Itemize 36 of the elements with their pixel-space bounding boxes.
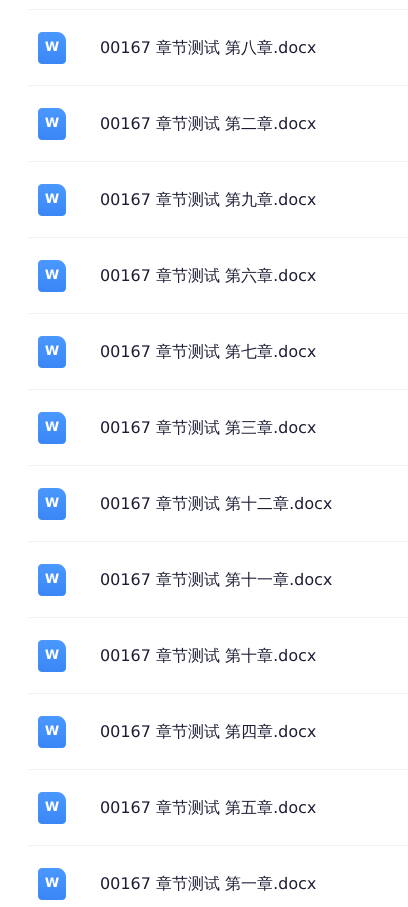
file-row[interactable]: W 00167 章节测试 第十一章.docx	[28, 541, 408, 617]
file-name: 00167 章节测试 第一章.docx	[100, 872, 316, 894]
file-row[interactable]: W 00167 章节测试 第十二章.docx	[28, 465, 408, 541]
file-row[interactable]: W 00167 章节测试 第三章.docx	[28, 389, 408, 465]
file-name: 00167 章节测试 第八章.docx	[100, 36, 316, 58]
document-icon: W	[38, 336, 66, 368]
document-icon: W	[38, 640, 66, 672]
file-row[interactable]: W 00167 章节测试 第七章.docx	[28, 313, 408, 389]
document-icon: W	[38, 564, 66, 596]
file-row[interactable]: W 00167 章节测试 第八章.docx	[28, 9, 408, 85]
document-icon: W	[38, 792, 66, 824]
document-icon: W	[38, 108, 66, 140]
file-name: 00167 章节测试 第六章.docx	[100, 264, 316, 286]
file-name: 00167 章节测试 第十一章.docx	[100, 568, 332, 590]
document-icon: W	[38, 32, 66, 64]
file-name: 00167 章节测试 第十章.docx	[100, 644, 316, 666]
document-icon: W	[38, 260, 66, 292]
file-name: 00167 章节测试 第四章.docx	[100, 720, 316, 742]
file-row[interactable]: W 00167 章节测试 第十章.docx	[28, 617, 408, 693]
file-name: 00167 章节测试 第十二章.docx	[100, 492, 332, 514]
file-name: 00167 章节测试 第七章.docx	[100, 340, 316, 362]
document-icon: W	[38, 868, 66, 900]
document-icon: W	[38, 184, 66, 216]
file-row[interactable]: W 00167 章节测试 第六章.docx	[28, 237, 408, 313]
file-row[interactable]: W 00167 章节测试 第九章.docx	[28, 161, 408, 237]
document-icon: W	[38, 412, 66, 444]
document-icon: W	[38, 488, 66, 520]
file-name: 00167 章节测试 第二章.docx	[100, 112, 316, 134]
file-row[interactable]: W 00167 章节测试 第一章.docx	[28, 845, 408, 907]
file-name: 00167 章节测试 第九章.docx	[100, 188, 316, 210]
file-row[interactable]: W 00167 章节测试 第二章.docx	[28, 85, 408, 161]
file-name: 00167 章节测试 第三章.docx	[100, 416, 316, 438]
document-icon: W	[38, 716, 66, 748]
file-name: 00167 章节测试 第五章.docx	[100, 796, 316, 818]
file-row[interactable]: W 00167 章节测试 第五章.docx	[28, 769, 408, 845]
file-row[interactable]: W 00167 章节测试 第四章.docx	[28, 693, 408, 769]
